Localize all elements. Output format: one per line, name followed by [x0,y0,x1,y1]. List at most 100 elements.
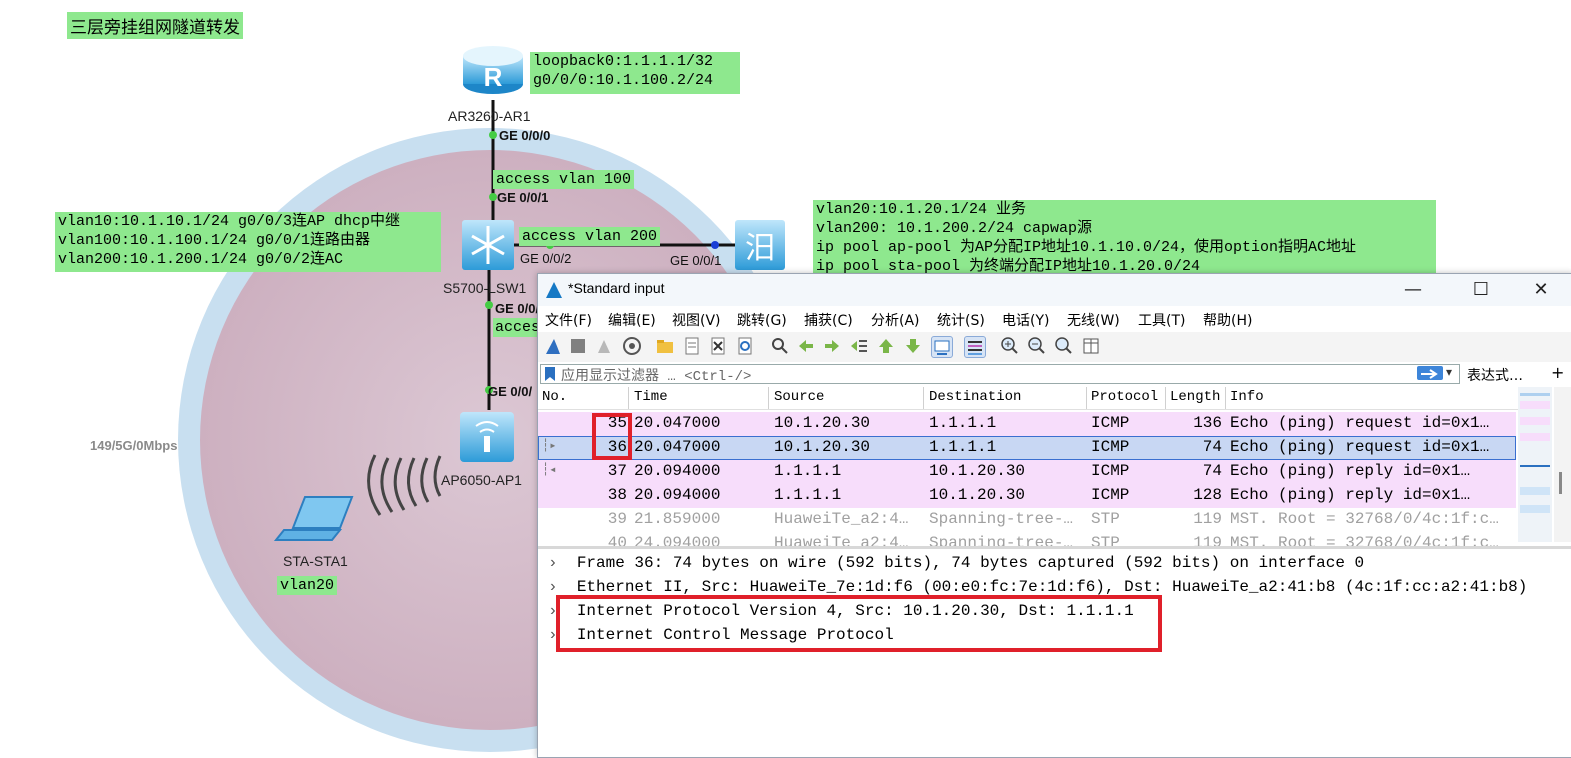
title-bar[interactable]: *Standard input — ☐ ✕ [538,274,1571,306]
add-filter-button[interactable]: + [1551,363,1564,382]
start-capture-icon[interactable] [543,336,563,356]
packet-destination: 10.1.20.30 [929,486,1026,504]
main-toolbar [538,332,1571,363]
ac-config-line: vlan200: 10.1.200.2/24 capwap源 [816,220,1093,237]
switch-port-ac-label: GE 0/0/2 [520,251,572,266]
related-reply-arrow-icon: ┆◂ [542,463,557,477]
menu-edit[interactable]: 编辑(E) [608,310,656,330]
menu-tools[interactable]: 工具(T) [1138,310,1185,330]
packet-destination: 10.1.20.30 [929,462,1026,480]
go-back-icon[interactable] [796,336,816,356]
minimize-button[interactable]: — [1390,276,1436,304]
colorize-icon[interactable] [964,336,986,358]
expand-chevron-icon[interactable]: › [548,554,577,572]
packet-source: 1.1.1.1 [774,462,842,480]
packet-time: 20.094000 [634,486,721,504]
packet-length: 136 [1193,414,1222,432]
packet-minimap-scrollbar[interactable] [1518,387,1552,542]
bookmark-icon[interactable] [544,366,556,382]
apply-filter-arrow-icon[interactable] [1417,366,1443,380]
router-config-line: loopback0:1.1.1.1/32 [533,53,714,70]
column-header-info[interactable]: Info [1230,389,1264,405]
station-vlan-label: vlan20 [277,576,338,595]
ac-port-label: GE 0/0/1 [670,253,722,268]
expression-button[interactable]: 表达式… [1467,365,1523,385]
column-header-protocol[interactable]: Protocol [1091,389,1158,405]
menu-wireless[interactable]: 无线(W) [1067,310,1120,330]
maximize-button[interactable]: ☐ [1458,276,1504,304]
menu-analyze[interactable]: 分析(A) [871,310,920,330]
detail-tree-item[interactable]: › Ethernet II, Src: HuaweiTe_7e:1d:f6 (0… [548,578,1527,596]
packet-time: 20.094000 [634,462,721,480]
find-packet-icon[interactable] [770,336,790,356]
packet-no: 39 [607,510,627,528]
ac-config-line: ip pool ap-pool 为AP分配IP地址10.1.10.0/24，使用… [816,239,1357,256]
packet-list: No. Time Source Destination Protocol Len… [538,387,1571,552]
column-header-source[interactable]: Source [774,389,824,405]
menu-go[interactable]: 跳转(G) [737,310,787,330]
switch-icon [462,220,514,270]
menu-telephony[interactable]: 电话(Y) [1002,310,1049,330]
open-file-icon[interactable] [655,336,675,356]
column-header-no[interactable]: No. [542,389,567,405]
packet-row[interactable]: 37 20.094000 1.1.1.1 10.1.20.30 ICMP 74 Echo (… [538,460,1516,484]
display-filter-bar: 应用显示过滤器 … <Ctrl-/> ▾ 表达式… + [538,362,1571,386]
reload-file-icon[interactable] [735,336,755,356]
menu-view[interactable]: 视图(V) [672,310,721,330]
ap-name: AP6050-AP1 [441,472,522,488]
go-to-packet-icon[interactable] [849,336,869,356]
packet-length: 74 [1202,462,1222,480]
packet-no: 38 [607,486,627,504]
menu-statistics[interactable]: 统计(S) [937,310,985,330]
close-button[interactable]: ✕ [1518,276,1564,304]
autoscroll-icon[interactable] [931,336,953,358]
filter-dropdown-chevron-icon[interactable]: ▾ [1446,365,1452,379]
go-forward-icon[interactable] [822,336,842,356]
first-packet-icon[interactable] [876,336,896,356]
stop-capture-icon[interactable] [568,336,588,356]
column-header-time[interactable]: Time [634,389,668,405]
restart-capture-icon[interactable] [594,336,614,356]
packet-row[interactable]: 36 20.047000 10.1.20.30 1.1.1.1 ICMP 74 Echo (… [538,436,1516,460]
router-config-box: loopback0:1.1.1.1/32 g0/0/0:10.1.100.2/2… [530,52,740,94]
close-file-icon[interactable] [708,336,728,356]
resize-columns-icon[interactable] [1081,336,1101,356]
packet-protocol: ICMP [1091,438,1130,456]
packet-row[interactable]: 39 21.859000 HuaweiTe_a2:4… Spanning-tree-…… [538,508,1516,532]
svg-text:R: R [484,62,503,92]
packet-row[interactable]: 35 20.047000 10.1.20.30 1.1.1.1 ICMP 136 Echo … [538,412,1516,436]
packet-info: Echo (ping) reply id=0x1… [1230,462,1471,480]
packet-destination: Spanning-tree-… [929,510,1074,528]
save-file-icon[interactable] [682,336,702,356]
scrollbar-thumb[interactable] [1559,472,1562,494]
related-request-arrow-icon: ┆▸ [542,439,557,453]
packet-no: 37 [607,462,627,480]
wireshark-window: *Standard input — ☐ ✕ 文件(F) 编辑(E) 视图(V) … [537,273,1571,758]
packet-info: Echo (ping) reply id=0x1… [1230,486,1471,504]
packet-list-scrollbar[interactable] [1554,387,1571,542]
packet-row[interactable]: 38 20.094000 1.1.1.1 10.1.20.30 ICMP 128 Echo … [538,484,1516,508]
capture-options-icon[interactable] [622,336,642,356]
last-packet-icon[interactable] [903,336,923,356]
zoom-in-icon[interactable] [1000,336,1020,356]
highlight-box-packet-numbers [592,413,632,460]
packet-info: Echo (ping) request id=0x1… [1230,414,1490,432]
menu-capture[interactable]: 捕获(C) [804,310,853,330]
zoom-out-icon[interactable] [1027,336,1047,356]
column-header-length[interactable]: Length [1170,389,1220,405]
zoom-reset-icon[interactable] [1054,336,1074,356]
expand-chevron-icon[interactable]: › [548,578,577,596]
menu-file[interactable]: 文件(F) [545,310,592,330]
detail-text: Frame 36: 74 bytes on wire (592 bits), 7… [576,554,1365,572]
wireless-info: 149/5G/0Mbps [90,438,178,453]
packet-protocol: ICMP [1091,486,1130,504]
packet-length: 119 [1193,510,1222,528]
detail-tree-item[interactable]: › Frame 36: 74 bytes on wire (592 bits),… [548,554,1364,572]
router-name: AR3260-AR1 [448,108,531,124]
menu-help[interactable]: 帮助(H) [1203,310,1252,330]
router-port-label: GE 0/0/0 [499,128,551,143]
display-filter-input[interactable]: 应用显示过滤器 … <Ctrl-/> ▾ [540,364,1460,385]
packet-source: 10.1.20.30 [774,438,871,456]
column-header-destination[interactable]: Destination [929,389,1021,405]
switch-config-line: vlan10:10.1.10.1/24 g0/0/3连AP dhcp中继 [58,213,401,230]
